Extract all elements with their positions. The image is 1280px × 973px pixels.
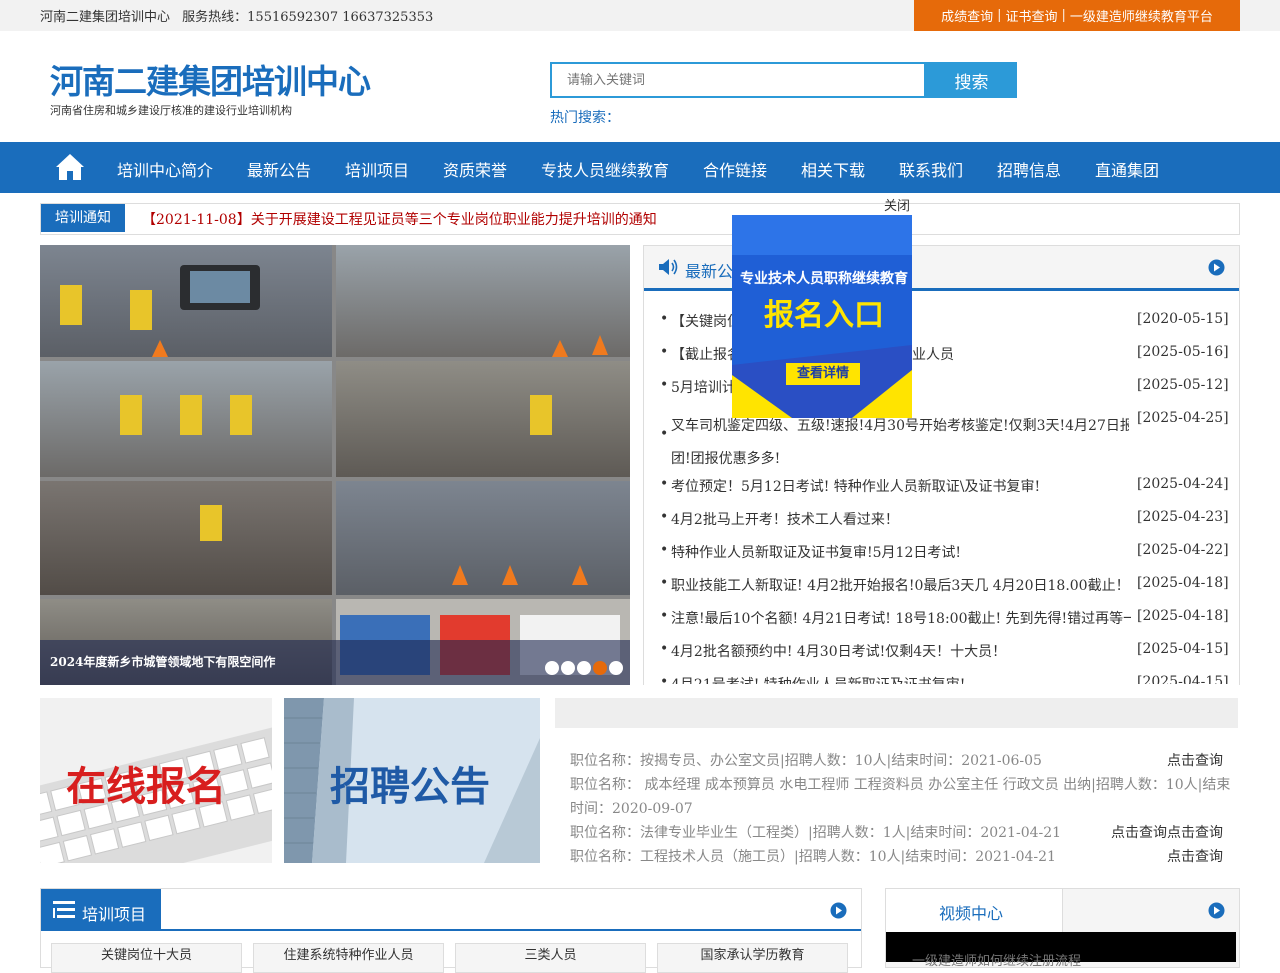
training-tab[interactable]: 三类人员 <box>455 943 646 973</box>
divider: | <box>1061 8 1066 23</box>
org-name: 河南二建集团培训中心 <box>40 10 171 25</box>
job-item[interactable]: 职位名称：工程技术人员（施工员）|招聘人数：10人|结束时间：2021-04-2… <box>570 846 1056 866</box>
site-logo-title[interactable]: 河南二建集团培训中心 <box>50 55 371 103</box>
job-query-link[interactable]: 点击查询 <box>1167 846 1223 866</box>
news-date: [2025-04-15] <box>1137 641 1229 657</box>
nav-contact[interactable]: 联系我们 <box>899 157 963 181</box>
more-arrow-icon[interactable] <box>830 902 847 919</box>
news-date: [2025-04-24] <box>1137 476 1229 492</box>
news-date: [2025-04-22] <box>1137 542 1229 558</box>
nav-training-projects[interactable]: 培训项目 <box>345 157 409 181</box>
training-tab[interactable]: 关键岗位十大员 <box>51 943 242 973</box>
hotline: 服务热线：15516592307 16637325353 <box>182 10 434 25</box>
job-item[interactable]: 职位名称：按揭专员、办公室文员|招聘人数：10人|结束时间：2021-06-05 <box>570 750 1042 770</box>
popup-heading: 专业技术人员职称继续教育 <box>740 271 908 287</box>
slider-dot-active[interactable] <box>593 661 607 675</box>
more-arrow-icon[interactable] <box>1208 259 1225 276</box>
news-date: [2025-05-16] <box>1137 344 1229 360</box>
news-title: 最新公 <box>685 262 734 281</box>
more-arrow-icon[interactable] <box>1208 902 1225 919</box>
top-info: 河南二建集团培训中心 服务热线：15516592307 16637325353 <box>40 6 441 25</box>
job-query-link[interactable]: 点击查询 <box>1111 822 1167 842</box>
news-item-tail[interactable]: 业人员 <box>912 344 954 364</box>
popup-signup-entry[interactable]: 报名入口 <box>764 290 884 334</box>
top-bar: 河南二建集团培训中心 服务热线：15516592307 16637325353 … <box>0 0 1280 31</box>
nav-continuing-education[interactable]: 专技人员继续教育 <box>541 157 669 181</box>
job-item[interactable]: 职位名称： 成本经理 成本预算员 水电工程师 工程资料员 办公室主任 行政文员 … <box>570 774 1230 794</box>
news-date: [2025-04-18] <box>1137 608 1229 624</box>
job-item-continued[interactable]: 时间：2020-09-07 <box>570 798 693 818</box>
nav-qualifications[interactable]: 资质荣誉 <box>443 157 507 181</box>
notice-text[interactable]: 【2021-11-08】关于开展建设工程见证员等三个专业岗位职业能力提升培训的通… <box>142 209 657 229</box>
video-title[interactable]: 视频中心 <box>939 900 1003 924</box>
news-date: [2025-04-23] <box>1137 509 1229 525</box>
divider: | <box>997 8 1002 23</box>
training-tab[interactable]: 国家承认学历教育 <box>657 943 848 973</box>
slider-dots <box>545 661 623 675</box>
popup-details-button[interactable]: 查看详情 <box>786 363 860 385</box>
notice-label: 培训通知 <box>41 204 125 232</box>
score-query-link[interactable]: 成绩查询 <box>941 6 993 25</box>
job-query-link[interactable]: 点击查询 <box>1167 750 1223 770</box>
search-button[interactable]: 搜索 <box>926 62 1017 98</box>
slider-caption[interactable]: 2024年度新乡市城管领域地下有限空间作 <box>50 653 275 670</box>
nav-intro[interactable]: 培训中心简介 <box>117 157 213 181</box>
speaker-icon <box>659 259 678 275</box>
recruitment-banner[interactable]: 招聘公告 <box>284 698 540 863</box>
constructor-education-link[interactable]: 一级建造师继续教育平台 <box>1070 6 1213 25</box>
news-date: [2025-04-18] <box>1137 575 1229 591</box>
nav-announcements[interactable]: 最新公告 <box>247 157 311 181</box>
online-signup-text: 在线报名 <box>66 764 226 810</box>
slider-dot[interactable] <box>577 661 591 675</box>
online-signup-banner[interactable]: 在线报名 <box>40 698 272 863</box>
training-tab[interactable]: 住建系统特种作业人员 <box>253 943 444 973</box>
site-subtitle: 河南省住房和城乡建设厅核准的建设行业培训机构 <box>50 104 292 117</box>
popup-close-button[interactable]: 关闭 <box>884 195 910 214</box>
jobs-header <box>555 698 1238 728</box>
nav-downloads[interactable]: 相关下载 <box>801 157 865 181</box>
slider-image <box>40 245 630 685</box>
nav-group[interactable]: 直通集团 <box>1095 157 1159 181</box>
photo-slider[interactable] <box>40 245 630 685</box>
hot-search-label: 热门搜索： <box>550 110 620 126</box>
home-icon[interactable] <box>54 151 86 183</box>
news-date: [2025-04-25] <box>1137 410 1229 426</box>
news-date: [2025-05-12] <box>1137 377 1229 393</box>
slider-dot[interactable] <box>545 661 559 675</box>
slider-dot[interactable] <box>561 661 575 675</box>
list-icon <box>53 901 75 918</box>
training-title: 培训项目 <box>82 905 147 924</box>
slider-dot[interactable] <box>609 661 623 675</box>
nav-recruitment[interactable]: 招聘信息 <box>997 157 1061 181</box>
nav-partner-links[interactable]: 合作链接 <box>703 157 767 181</box>
job-query-link[interactable]: 点击查询 <box>1167 822 1223 842</box>
job-item[interactable]: 职位名称：法律专业毕业生（工程类）|招聘人数：1人|结束时间：2021-04-2… <box>570 822 1061 842</box>
certificate-query-link[interactable]: 证书查询 <box>1005 6 1057 25</box>
top-links: 成绩查询 | 证书查询 | 一级建造师继续教育平台 <box>914 0 1240 31</box>
recruitment-text: 招聘公告 <box>330 764 490 810</box>
training-underline <box>41 929 861 931</box>
search-input[interactable] <box>550 62 926 98</box>
news-date: [2020-05-15] <box>1137 311 1229 327</box>
